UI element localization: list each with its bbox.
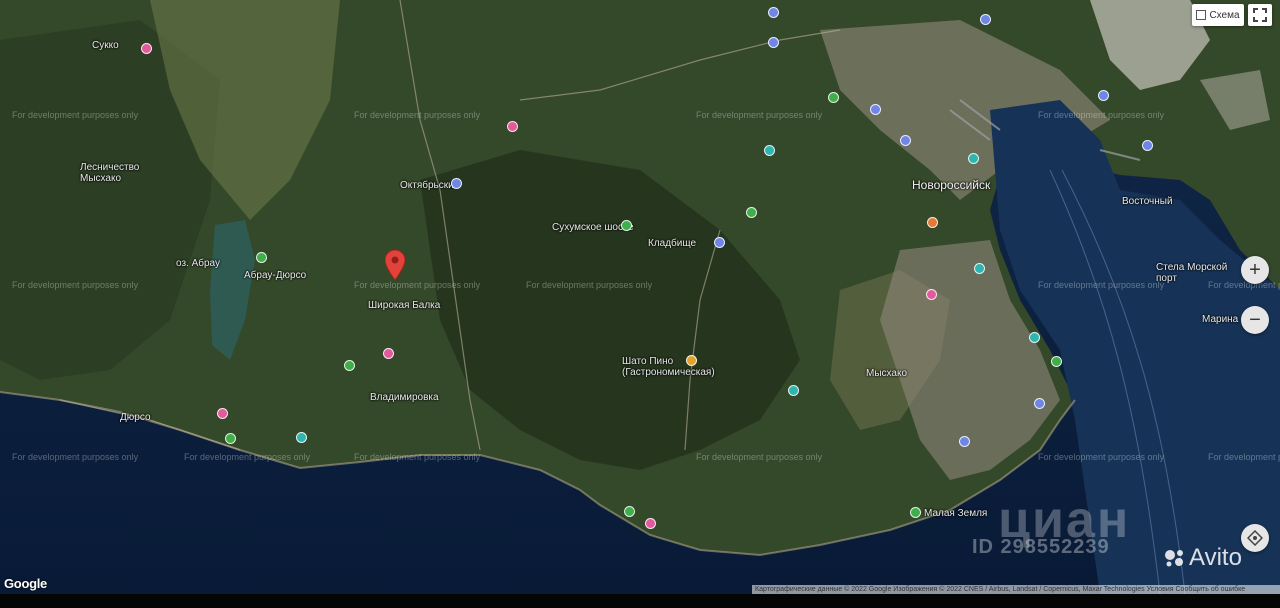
label-novorossiysk: Новороссийск: [912, 178, 991, 192]
map-copyright: Картографические данные © 2022 Google Из…: [752, 585, 1280, 594]
zoom-in-button[interactable]: +: [1241, 256, 1269, 284]
poi-marker[interactable]: [686, 355, 697, 366]
poi-marker[interactable]: [256, 252, 267, 263]
label-sukko: Сукко: [92, 40, 119, 51]
poi-marker[interactable]: [910, 507, 921, 518]
label-abrau: оз. Абрау: [176, 258, 220, 269]
poi-marker[interactable]: [788, 385, 799, 396]
dev-watermark: For development purposes only: [526, 280, 653, 290]
label-marina: Марина: [1202, 314, 1239, 325]
avito-wordmark: Avito: [1189, 544, 1242, 571]
my-location-button[interactable]: [1241, 524, 1269, 552]
poi-marker[interactable]: [768, 7, 779, 18]
poi-marker[interactable]: [764, 145, 775, 156]
fullscreen-icon: [1253, 8, 1267, 22]
dev-watermark: For development purposes only: [1038, 452, 1165, 462]
dev-watermark: For development purposes only: [354, 452, 481, 462]
poi-marker[interactable]: [217, 408, 228, 419]
poi-marker[interactable]: [225, 433, 236, 444]
map-type-label: Схема: [1209, 9, 1240, 21]
poi-marker[interactable]: [900, 135, 911, 146]
plus-icon: +: [1249, 258, 1261, 281]
dev-watermark: For development purposes only: [1208, 452, 1280, 462]
dev-watermark: For development purposes only: [354, 110, 481, 120]
poi-marker[interactable]: [1051, 356, 1062, 367]
dev-watermark: For development purposes only: [696, 452, 823, 462]
poi-marker[interactable]: [1098, 90, 1109, 101]
google-logo[interactable]: Google: [4, 576, 47, 591]
dev-watermark: For development purposes only: [1038, 110, 1165, 120]
label-stella: Стела Морской порт: [1156, 262, 1228, 284]
poi-marker[interactable]: [768, 37, 779, 48]
poi-marker[interactable]: [828, 92, 839, 103]
poi-marker[interactable]: [621, 220, 632, 231]
compass-icon: [1247, 530, 1263, 546]
dev-watermark: For development purposes only: [12, 452, 139, 462]
poi-marker[interactable]: [1029, 332, 1040, 343]
checkbox-icon: [1196, 10, 1207, 20]
poi-marker[interactable]: [927, 217, 938, 228]
label-lesnichestvo: Лесничество Мысхако: [80, 162, 140, 184]
label-vladimirovka: Владимировка: [370, 392, 439, 403]
label-shirokaya: Широкая Балка: [368, 300, 441, 311]
poi-marker[interactable]: [451, 178, 462, 189]
poi-marker[interactable]: [383, 348, 394, 359]
zoom-out-button[interactable]: −: [1241, 306, 1269, 334]
poi-marker[interactable]: [624, 506, 635, 517]
poi-marker[interactable]: [296, 432, 307, 443]
map-type-button[interactable]: Схема: [1192, 4, 1244, 26]
bottom-bar: [0, 594, 1280, 608]
poi-marker[interactable]: [141, 43, 152, 54]
dev-watermark: For development purposes only: [1038, 280, 1165, 290]
poi-marker[interactable]: [959, 436, 970, 447]
fullscreen-button[interactable]: [1248, 4, 1272, 26]
cian-listing-id: ID 298552239: [972, 536, 1110, 558]
label-vostochny: Восточный: [1122, 196, 1173, 207]
dev-watermark: For development purposes only: [12, 280, 139, 290]
avito-watermark: Avito: [1164, 544, 1242, 572]
poi-marker[interactable]: [968, 153, 979, 164]
poi-marker[interactable]: [746, 207, 757, 218]
label-cemetery: Кладбище: [648, 238, 697, 249]
poi-marker[interactable]: [870, 104, 881, 115]
poi-marker[interactable]: [926, 289, 937, 300]
minus-icon: −: [1249, 308, 1261, 331]
poi-marker[interactable]: [980, 14, 991, 25]
label-dyurso: Дюрсо: [120, 412, 151, 423]
poi-marker[interactable]: [714, 237, 725, 248]
poi-marker[interactable]: [507, 121, 518, 132]
poi-marker[interactable]: [645, 518, 656, 529]
dev-watermark: For development purposes only: [184, 452, 311, 462]
location-pin-icon[interactable]: [385, 250, 405, 280]
dev-watermark: For development purposes only: [696, 110, 823, 120]
label-shato-pino: Шато Пино (Гастрономическая): [622, 356, 715, 378]
dev-watermark: For development purposes only: [354, 280, 481, 290]
label-abrau-durso: Абрау-Дюрсо: [244, 270, 307, 281]
dev-watermark: For development purposes only: [12, 110, 139, 120]
poi-marker[interactable]: [974, 263, 985, 274]
poi-marker[interactable]: [1034, 398, 1045, 409]
label-baleen: Малая Земля: [924, 508, 988, 519]
poi-marker[interactable]: [1142, 140, 1153, 151]
poi-marker[interactable]: [344, 360, 355, 371]
avito-logo-icon: [1165, 550, 1183, 567]
label-myskhako: Мысхако: [866, 368, 908, 379]
